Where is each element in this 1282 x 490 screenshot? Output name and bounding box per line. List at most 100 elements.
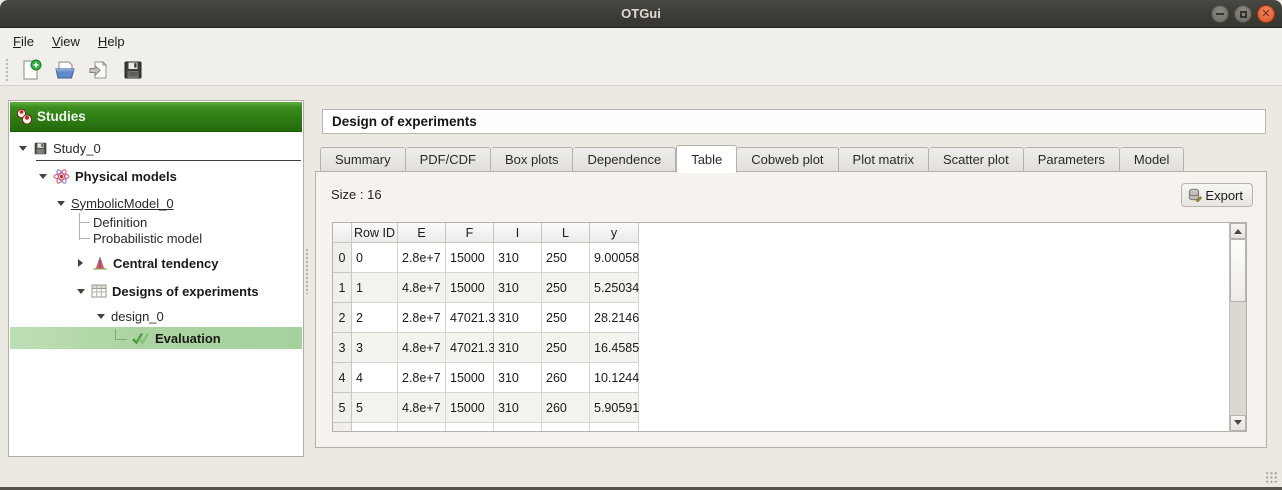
table-cell[interactable]: 10.1244 (590, 363, 639, 393)
column-header[interactable]: y (590, 223, 639, 243)
corner-cell[interactable] (333, 223, 352, 243)
table-cell[interactable]: 310 (494, 273, 542, 303)
table-cell[interactable]: 2.8e+7 (398, 363, 446, 393)
table-cell[interactable]: 15000 (446, 243, 494, 273)
table-cell[interactable]: 310 (494, 363, 542, 393)
table-cell[interactable]: 9.00058 (590, 243, 639, 273)
panel-splitter[interactable] (305, 248, 310, 294)
scroll-down-button[interactable] (1230, 415, 1246, 431)
maximize-button[interactable] (1234, 5, 1252, 23)
tab-pdf-cdf[interactable]: PDF/CDF (406, 147, 491, 172)
tab-box-plots[interactable]: Box plots (491, 147, 573, 172)
row-header[interactable]: 0 (333, 243, 352, 273)
table-cell[interactable]: 2.8e+7 (398, 303, 446, 333)
table-cell[interactable]: 4.8e+7 (398, 273, 446, 303)
tree-item-designs-of-experiments[interactable]: Designs of experiments (77, 280, 259, 302)
tab-dependence[interactable]: Dependence (573, 147, 676, 172)
open-study-button[interactable] (50, 56, 80, 84)
row-header[interactable]: 5 (333, 393, 352, 423)
tab-plot-matrix[interactable]: Plot matrix (839, 147, 929, 172)
expand-arrow-icon[interactable] (97, 314, 105, 323)
tab-table[interactable]: Table (676, 145, 737, 173)
table-cell[interactable]: 310 (494, 333, 542, 363)
tree-item-probabilistic-model[interactable]: Probabilistic model (79, 230, 202, 246)
menu-file[interactable]: File (4, 30, 43, 53)
tree-item-design0[interactable]: design_0 (97, 306, 164, 326)
menu-view[interactable]: View (43, 30, 89, 53)
column-header[interactable]: Row ID (352, 223, 398, 243)
table-cell[interactable]: 47021.3 (446, 303, 494, 333)
expand-arrow-icon[interactable] (57, 201, 65, 210)
row-header[interactable]: 4 (333, 363, 352, 393)
expand-arrow-icon[interactable] (39, 174, 47, 183)
row-header[interactable]: 3 (333, 333, 352, 363)
toolbar-grip[interactable] (5, 58, 10, 82)
table-row: 5 5 4.8e+7 15000 310 260 5.90591 (333, 393, 1246, 423)
table-cell[interactable]: 310 (494, 243, 542, 273)
table-cell[interactable]: 0 (352, 243, 398, 273)
new-study-button[interactable] (16, 56, 46, 84)
tab-summary[interactable]: Summary (320, 147, 406, 172)
table-row: 0 0 2.8e+7 15000 310 250 9.00058 (333, 243, 1246, 273)
column-header[interactable]: F (446, 223, 494, 243)
table-cell[interactable]: 5.25034 (590, 273, 639, 303)
table-cell[interactable]: 47021.3 (446, 333, 494, 363)
tab-model[interactable]: Model (1120, 147, 1184, 172)
table-cell[interactable]: 2.8e+7 (398, 243, 446, 273)
table-cell[interactable]: 2 (352, 303, 398, 333)
table-cell[interactable]: 3 (352, 333, 398, 363)
tree-item-evaluation[interactable]: Evaluation (115, 328, 221, 349)
table-cell[interactable]: 15000 (446, 393, 494, 423)
studies-title: Studies (37, 109, 86, 124)
otgui-window: OTGui ✕ File View Help (0, 0, 1282, 490)
table-cell[interactable]: 310 (494, 393, 542, 423)
tree-item-definition[interactable]: Definition (79, 214, 147, 230)
collapse-arrow-icon[interactable] (78, 259, 87, 267)
table-cell[interactable]: 250 (542, 333, 590, 363)
table-cell[interactable]: 260 (542, 363, 590, 393)
tree-item-study[interactable]: Study_0 (19, 137, 101, 159)
tree-item-symbolic-model[interactable]: SymbolicModel_0 (57, 192, 174, 214)
tab-cobweb-plot[interactable]: Cobweb plot (737, 147, 838, 172)
tab-scatter-plot[interactable]: Scatter plot (929, 147, 1024, 172)
export-button[interactable]: Export (1181, 183, 1253, 207)
tree-item-central-tendency[interactable]: Central tendency (77, 252, 218, 274)
table-cell[interactable]: 260 (542, 393, 590, 423)
table-cell[interactable]: 310 (494, 303, 542, 333)
table-cell[interactable]: 250 (542, 273, 590, 303)
close-button[interactable]: ✕ (1257, 5, 1275, 23)
tree-twig (79, 238, 90, 239)
row-header[interactable]: 1 (333, 273, 352, 303)
row-header[interactable]: 2 (333, 303, 352, 333)
table-cell[interactable]: 5 (352, 393, 398, 423)
column-header[interactable]: L (542, 223, 590, 243)
tree-item-physical-models[interactable]: Physical models (39, 165, 177, 187)
table-cell[interactable]: 4.8e+7 (398, 393, 446, 423)
minimize-button[interactable] (1211, 5, 1229, 23)
table-cell[interactable]: 250 (542, 303, 590, 333)
tab-parameters[interactable]: Parameters (1024, 147, 1120, 172)
column-header[interactable]: E (398, 223, 446, 243)
import-script-button[interactable] (84, 56, 114, 84)
column-header[interactable]: I (494, 223, 542, 243)
table-cell[interactable]: 15000 (446, 363, 494, 393)
table-cell[interactable]: 15000 (446, 273, 494, 303)
save-study-button[interactable] (118, 56, 148, 84)
menu-help[interactable]: Help (89, 30, 134, 53)
table-cell[interactable]: 4.8e+7 (398, 333, 446, 363)
expand-arrow-icon[interactable] (77, 289, 85, 298)
expand-arrow-icon[interactable] (19, 146, 27, 155)
table-grid-icon (91, 283, 107, 299)
table-cell[interactable]: 1 (352, 273, 398, 303)
table-cell[interactable]: 4 (352, 363, 398, 393)
table-cell[interactable]: 250 (542, 243, 590, 273)
scrollbar-thumb[interactable] (1230, 239, 1246, 302)
table-cell[interactable]: 28.2146 (590, 303, 639, 333)
scroll-up-button[interactable] (1230, 223, 1246, 239)
window-resize-grip[interactable] (1265, 471, 1278, 484)
table-cell[interactable]: 16.4585 (590, 333, 639, 363)
titlebar[interactable]: OTGui ✕ (0, 0, 1282, 28)
vertical-scrollbar[interactable] (1229, 223, 1246, 431)
arrow-up-icon (1234, 225, 1242, 234)
table-cell[interactable]: 5.90591 (590, 393, 639, 423)
